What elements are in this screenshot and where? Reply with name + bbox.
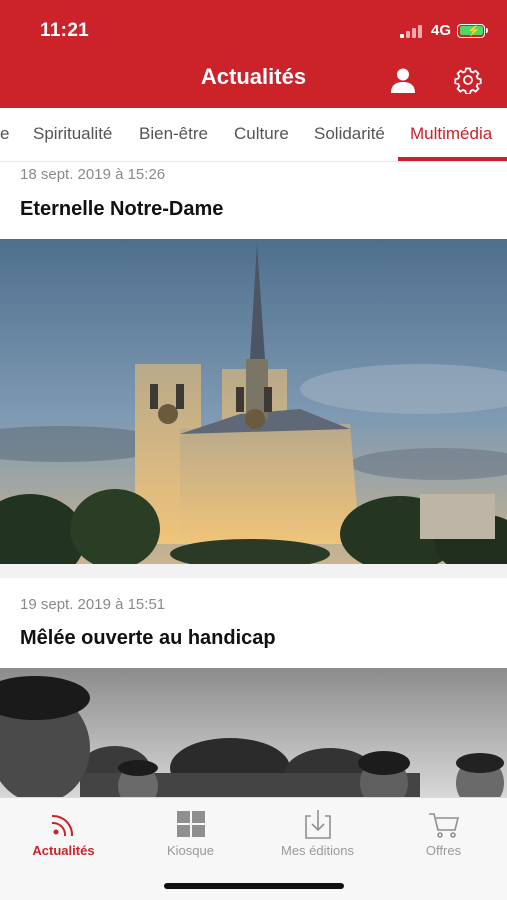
tab-culture[interactable]: Culture — [234, 108, 289, 162]
app-header: 11:21 4G ⚡ Actualités — [0, 0, 507, 108]
article-image[interactable] — [0, 668, 507, 798]
settings-button[interactable] — [454, 66, 482, 95]
tab-partial[interactable]: e — [0, 108, 9, 162]
rugby-players-image — [0, 668, 507, 798]
signal-icon — [399, 24, 422, 38]
nav-offres[interactable]: Offres — [380, 798, 507, 868]
rss-icon — [51, 814, 73, 837]
user-icon — [391, 68, 415, 93]
download-icon — [304, 810, 331, 839]
gear-icon — [454, 67, 482, 95]
home-indicator[interactable] — [164, 883, 344, 889]
page-title: Actualités — [200, 64, 307, 89]
tab-spiritualite[interactable]: Spiritualité — [33, 108, 112, 162]
nav-kiosque[interactable]: Kiosque — [127, 798, 254, 868]
article-image[interactable] — [0, 239, 507, 564]
nav-mes-editions[interactable]: Mes éditions — [254, 798, 381, 868]
status-time: 11:21 — [40, 20, 90, 41]
article-card[interactable]: 19 sept. 2019 à 15:51 Mêlée ouverte au h… — [0, 578, 507, 798]
article-title[interactable]: Mêlée ouverte au handicap — [20, 627, 276, 650]
cathedral-image — [0, 239, 507, 564]
kiosk-icon — [176, 811, 205, 837]
nav-actualites[interactable]: Actualités — [0, 798, 127, 868]
nav-label: Mes éditions — [281, 843, 354, 858]
account-button[interactable] — [389, 66, 417, 94]
app-screen: 11:21 4G ⚡ Actualités e Spiritualité Bie… — [0, 0, 507, 900]
status-indicators: 4G ⚡ — [399, 22, 488, 39]
tab-solidarite[interactable]: Solidarité — [314, 108, 385, 162]
article-date: 18 sept. 2019 à 15:26 — [20, 166, 166, 183]
network-type: 4G — [430, 22, 451, 39]
nav-label: Offres — [425, 843, 462, 858]
nav-label: Kiosque — [167, 843, 214, 858]
article-title[interactable]: Eternelle Notre-Dame — [20, 198, 223, 221]
cart-icon — [428, 813, 459, 838]
tab-bien-etre[interactable]: Bien-être — [139, 108, 208, 162]
article-date: 19 sept. 2019 à 15:51 — [20, 596, 166, 613]
battery-icon: ⚡ — [457, 23, 488, 38]
article-card[interactable]: 18 sept. 2019 à 15:26 Eternelle Notre-Da… — [0, 162, 507, 564]
category-tabs: e Spiritualité Bien-être Culture Solidar… — [0, 108, 507, 162]
active-tab-indicator — [398, 157, 507, 161]
nav-label: Actualités — [32, 843, 95, 858]
tab-multimedia[interactable]: Multimédia — [410, 108, 492, 162]
